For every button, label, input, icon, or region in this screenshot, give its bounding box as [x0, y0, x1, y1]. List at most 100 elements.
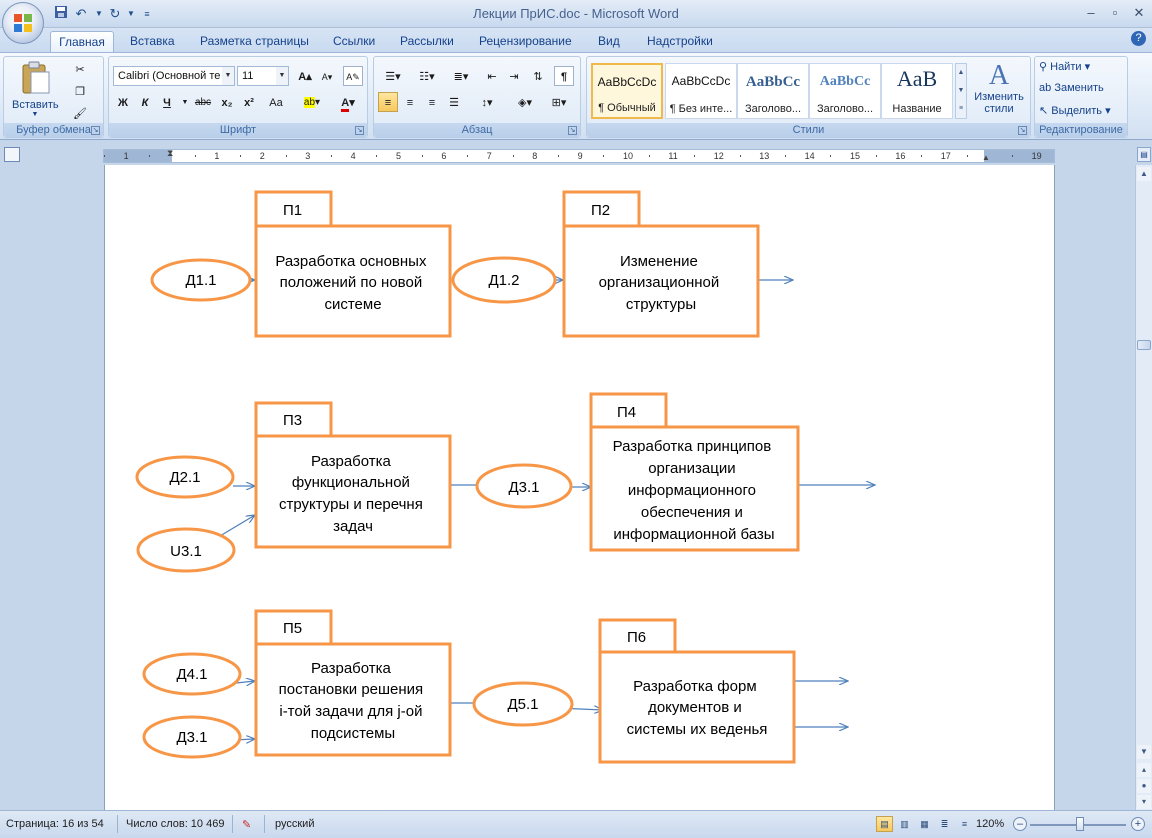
font-size-combo[interactable]: 11 ▼	[237, 66, 289, 86]
process-p2: П2 Изменение организационной структуры	[562, 190, 760, 338]
ruler-tick	[875, 155, 877, 157]
select-cursor-icon: ↖	[1039, 105, 1049, 117]
zoom-in-icon[interactable]: +	[1131, 817, 1145, 831]
tab-addins[interactable]: Надстройки	[643, 31, 717, 52]
indent-marker-icon[interactable]: ⧗	[167, 148, 173, 159]
copy-icon[interactable]: ❐	[70, 81, 90, 101]
zoom-level[interactable]: 120%	[976, 818, 1004, 830]
next-page-icon[interactable]: ▾	[1137, 795, 1151, 809]
strikethrough-button[interactable]: abc	[193, 92, 213, 112]
font-launcher-icon[interactable]: ↘	[355, 126, 364, 135]
select-button[interactable]: ↖ Выделить ▾	[1039, 104, 1111, 117]
font-size-value: 11	[242, 70, 254, 82]
document-page[interactable]: П1 Разработка основных положений по ново…	[104, 165, 1055, 810]
change-case-button[interactable]: Aa	[261, 92, 291, 112]
grow-font-icon[interactable]: A▴	[295, 66, 315, 86]
styles-launcher-icon[interactable]: ↘	[1018, 126, 1027, 135]
full-screen-reading-icon[interactable]: ▥	[896, 816, 913, 832]
font-name-combo[interactable]: Calibri (Основной те ▼	[113, 66, 235, 86]
format-painter-icon[interactable]: 🖌	[70, 103, 90, 123]
shrink-font-icon[interactable]: A▾	[317, 66, 337, 86]
underline-button[interactable]: Ч	[157, 92, 177, 112]
maximize-icon[interactable]: ▫	[1104, 4, 1126, 22]
minimize-icon[interactable]: –	[1080, 4, 1102, 22]
numbering-icon[interactable]: ☷▾	[412, 66, 442, 86]
bullets-icon[interactable]: ☰▾	[378, 66, 408, 86]
style-title[interactable]: AaB Название	[881, 63, 953, 119]
zoom-slider-thumb[interactable]	[1076, 817, 1084, 831]
multilevel-list-icon[interactable]: ≣▾	[446, 66, 476, 86]
style-normal[interactable]: AaBbCcDc ¶ Обычный	[591, 63, 663, 119]
tab-page-layout[interactable]: Разметка страницы	[196, 31, 313, 52]
right-indent-marker-icon[interactable]: ▲	[982, 153, 990, 162]
paste-label: Вставить	[12, 99, 59, 111]
select-browse-object-icon[interactable]: ●	[1137, 779, 1151, 793]
close-icon[interactable]: ✕	[1128, 4, 1150, 22]
tab-home[interactable]: Главная	[50, 31, 114, 52]
ruler-tick	[194, 155, 196, 157]
style-heading-2[interactable]: AaBbCc Заголово...	[809, 63, 881, 119]
align-right-icon[interactable]: ≡	[422, 92, 442, 112]
zoom-out-icon[interactable]: –	[1013, 817, 1027, 831]
horizontal-ruler[interactable]: 1 1 2 3 4 5 6 7 8 9 10 11 12 13 14 15 16 17 19 ⧗ ▲	[103, 148, 1055, 163]
draft-icon[interactable]: ≡	[956, 816, 973, 832]
process-p4: П4 Разработка принципов организации инфо…	[589, 392, 800, 552]
print-layout-icon[interactable]: ▤	[876, 816, 893, 832]
align-center-icon[interactable]: ≡	[400, 92, 420, 112]
change-styles-button[interactable]: A Изменить стили	[969, 61, 1029, 116]
highlight-icon[interactable]: ab▾	[299, 92, 325, 112]
find-button[interactable]: ⚲ Найти ▾	[1039, 60, 1090, 73]
paragraph-launcher-icon[interactable]: ↘	[568, 126, 577, 135]
scroll-up-icon[interactable]: ▲	[1137, 167, 1151, 181]
sort-icon[interactable]: ⇅	[528, 66, 548, 86]
show-marks-icon[interactable]: ¶	[554, 66, 574, 86]
tab-insert[interactable]: Вставка	[126, 31, 179, 52]
line-spacing-icon[interactable]: ↕▾	[472, 92, 502, 112]
clear-formatting-icon[interactable]: A✎	[343, 66, 363, 86]
decrease-indent-icon[interactable]: ⇤	[482, 66, 502, 86]
help-icon[interactable]: ?	[1131, 31, 1146, 46]
web-layout-icon[interactable]: ▦	[916, 816, 933, 832]
tab-selector-icon[interactable]	[4, 147, 20, 162]
borders-icon[interactable]: ⊞▾	[544, 92, 574, 112]
spelling-check-icon[interactable]: ✎	[242, 818, 251, 831]
cut-icon[interactable]: ✂	[70, 59, 90, 79]
ruler-tick	[557, 155, 559, 157]
font-name-dropdown-icon[interactable]: ▼	[222, 67, 234, 85]
align-left-icon[interactable]: ≡	[378, 92, 398, 112]
clipboard-launcher-icon[interactable]: ↘	[91, 126, 100, 135]
underline-dropdown-icon[interactable]: ▼	[175, 92, 195, 112]
view-ruler-icon[interactable]: ▤	[1137, 147, 1151, 162]
paste-button[interactable]: Вставить ▼	[12, 61, 59, 123]
word-count[interactable]: Число слов: 10 469	[126, 818, 224, 830]
scrollbar-thumb[interactable]	[1137, 340, 1151, 350]
tab-review[interactable]: Рецензирование	[475, 31, 576, 52]
tab-mailings[interactable]: Рассылки	[396, 31, 458, 52]
ruler-number: 9	[577, 151, 583, 161]
superscript-button[interactable]: x²	[239, 92, 259, 112]
office-button[interactable]	[2, 2, 44, 44]
replace-button[interactable]: ab Заменить	[1039, 82, 1104, 94]
page-count[interactable]: Страница: 16 из 54	[6, 818, 104, 830]
vertical-scrollbar[interactable]: ▲ ▼ ▴ ● ▾	[1135, 165, 1152, 810]
shading-icon[interactable]: ◈▾	[510, 92, 540, 112]
styles-scroll-icon[interactable]: ▲ ▼ ≡	[955, 63, 967, 119]
paste-dropdown-icon[interactable]: ▼	[12, 111, 58, 118]
outline-icon[interactable]: ≣	[936, 816, 953, 832]
style-heading-1[interactable]: AaBbCc Заголово...	[737, 63, 809, 119]
justify-icon[interactable]: ☰	[444, 92, 464, 112]
style-name: ¶ Обычный	[598, 102, 656, 114]
style-no-spacing[interactable]: AaBbCcDc ¶ Без инте...	[665, 63, 737, 119]
language-indicator[interactable]: русский	[275, 818, 314, 830]
tab-view[interactable]: Вид	[594, 31, 624, 52]
scroll-down-icon[interactable]: ▼	[1137, 745, 1151, 759]
tab-references[interactable]: Ссылки	[329, 31, 379, 52]
font-color-icon[interactable]: A▾	[333, 92, 363, 112]
previous-page-icon[interactable]: ▴	[1137, 763, 1151, 777]
ruler-number: 6	[441, 151, 447, 161]
font-size-dropdown-icon[interactable]: ▼	[276, 67, 288, 85]
subscript-button[interactable]: x₂	[217, 92, 237, 112]
bold-button[interactable]: Ж	[113, 92, 133, 112]
increase-indent-icon[interactable]: ⇥	[504, 66, 524, 86]
italic-button[interactable]: К	[135, 92, 155, 112]
